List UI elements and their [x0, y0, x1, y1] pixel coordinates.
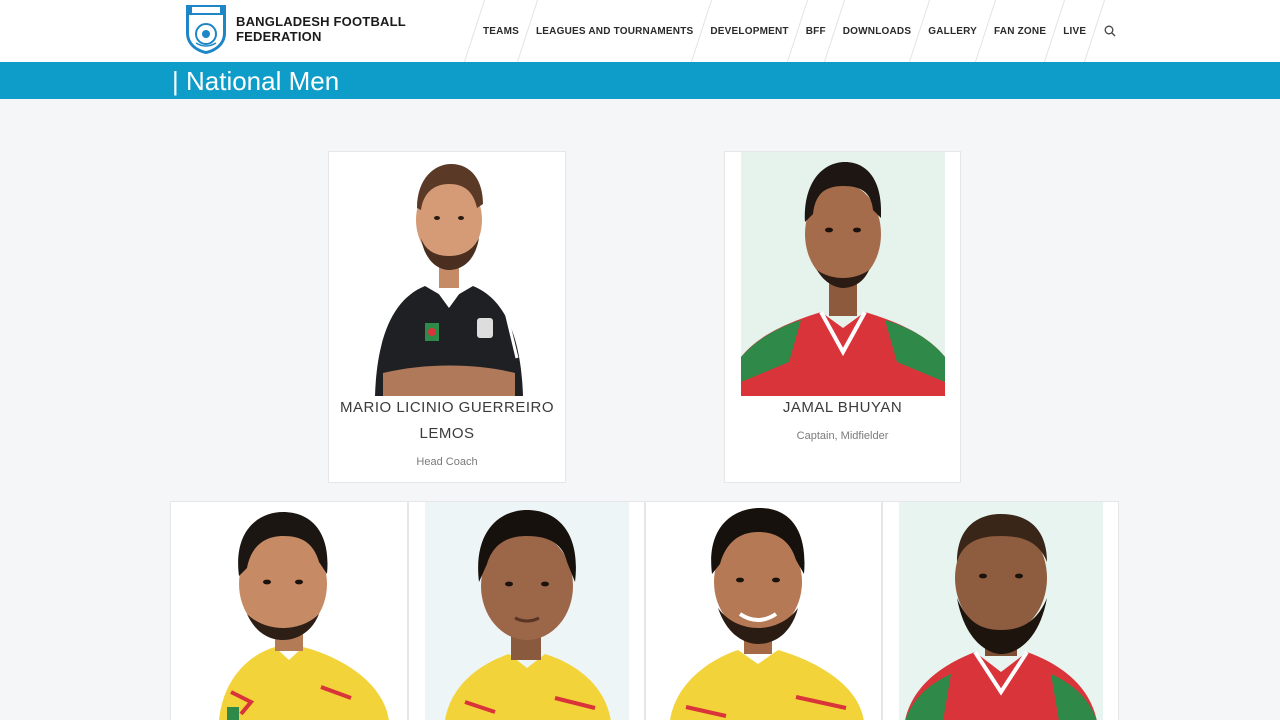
- page-title-bar: | National Men: [0, 62, 1280, 99]
- player-card[interactable]: [408, 501, 645, 720]
- player-photo: [425, 502, 629, 720]
- player-card[interactable]: [645, 501, 882, 720]
- bff-logo[interactable]: [184, 3, 228, 55]
- player-role: Captain, Midfielder: [796, 430, 889, 442]
- player-card-captain[interactable]: JAMAL BHUYAN Captain, Midfielder: [724, 151, 961, 483]
- staff-name: MARIO LICINIO GUERREIRO LEMOS: [329, 395, 565, 447]
- staff-name-line-1: MARIO LICINIO GUERREIRO: [339, 399, 555, 416]
- nav-item-development[interactable]: DEVELOPMENT: [702, 0, 796, 62]
- player-photo: [899, 502, 1103, 720]
- nav-item-fan-zone[interactable]: FAN ZONE: [986, 0, 1054, 62]
- nav-item-leagues-and-tournaments[interactable]: LEAGUES AND TOURNAMENTS: [528, 0, 701, 62]
- brand-name[interactable]: BANGLADESH FOOTBALL FEDERATION: [236, 14, 406, 44]
- staff-role: Head Coach: [416, 456, 478, 468]
- player-photo: [171, 502, 407, 720]
- player-card[interactable]: [882, 501, 1119, 720]
- nav-item-gallery[interactable]: GALLERY: [920, 0, 985, 62]
- main-nav: TEAMS LEAGUES AND TOURNAMENTS DEVELOPMEN…: [463, 0, 1119, 62]
- brand-line-2: FEDERATION: [236, 29, 322, 44]
- coach-photo: [355, 158, 543, 396]
- nav-item-bff[interactable]: BFF: [798, 0, 834, 62]
- search-icon[interactable]: [1095, 0, 1119, 62]
- site-header: BANGLADESH FOOTBALL FEDERATION TEAMS LEA…: [0, 0, 1280, 62]
- player-photo: [646, 502, 881, 720]
- page-title: | National Men: [172, 66, 340, 96]
- staff-name-line-2: LEMOS: [419, 425, 475, 442]
- staff-card-head-coach[interactable]: MARIO LICINIO GUERREIRO LEMOS Head Coach: [328, 151, 566, 483]
- brand-line-1: BANGLADESH FOOTBALL: [236, 14, 406, 29]
- nav-item-downloads[interactable]: DOWNLOADS: [835, 0, 919, 62]
- player-name: JAMAL BHUYAN: [782, 399, 903, 416]
- captain-photo: [741, 152, 945, 396]
- player-card[interactable]: [170, 501, 408, 720]
- nav-item-live[interactable]: LIVE: [1055, 0, 1094, 62]
